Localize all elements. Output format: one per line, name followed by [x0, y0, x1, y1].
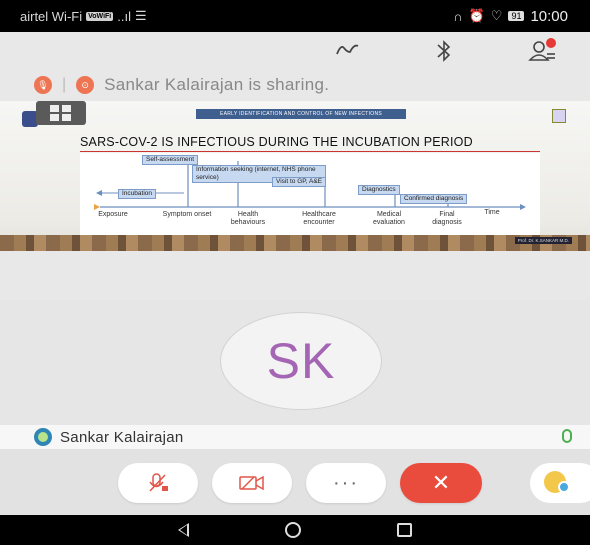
- video-tile: SK: [0, 300, 590, 425]
- headset-icon: ∩: [453, 8, 463, 24]
- participant-name-bar: Sankar Kalairajan: [0, 425, 590, 449]
- video-off-icon: [239, 475, 264, 491]
- meeting-toolbar: [0, 32, 590, 70]
- mic-muted-icon[interactable]: 🎙: [34, 76, 52, 94]
- shared-screen[interactable]: EARLY IDENTIFICATION AND CONTROL OF NEW …: [0, 101, 590, 251]
- home-icon[interactable]: [285, 522, 301, 538]
- navigation-bar: [0, 515, 590, 545]
- status-left: airtel Wi-Fi VoWiFi ..ıl ☰: [20, 8, 147, 24]
- crest-logo: [552, 109, 566, 123]
- axis-exposure: Exposure: [98, 211, 128, 218]
- box-diagnostics: Diagnostics: [358, 185, 400, 195]
- slide-diagram: Self-assessment Information seeking (int…: [80, 153, 540, 235]
- battery-indicator: 91: [508, 11, 525, 21]
- clock: 10:00: [530, 7, 568, 25]
- bluetooth-icon[interactable]: [430, 38, 458, 64]
- avatar: SK: [220, 312, 382, 410]
- slide-header: EARLY IDENTIFICATION AND CONTROL OF NEW …: [196, 109, 406, 119]
- participant-name: Sankar Kalairajan: [60, 428, 184, 446]
- grid-icon: [50, 105, 72, 121]
- sharing-indicator: 🎙 | ⊙ Sankar Kalairajan is sharing.: [0, 70, 590, 100]
- axis-healthcare-encounter: Healthcare encounter: [302, 211, 336, 226]
- wifi-icon: ☰: [134, 8, 147, 23]
- presenter-credit: Prof. Dr. K.SANKAR M.D.: [514, 237, 572, 244]
- recent-apps-icon[interactable]: [397, 523, 412, 537]
- carrier-text: airtel Wi-Fi: [20, 8, 83, 24]
- call-controls: ··· ✕: [0, 449, 590, 515]
- mic-active-icon: [562, 429, 572, 443]
- signal-icon: ..ıl: [117, 8, 131, 24]
- layout-toggle-button[interactable]: [36, 101, 86, 125]
- box-incubation: Incubation: [118, 189, 156, 199]
- back-icon[interactable]: [178, 523, 189, 537]
- emoji-badge: [558, 481, 570, 493]
- record-icon: ⊙: [76, 76, 95, 94]
- status-right: ∩ ⏰ ♡ 91 10:00: [453, 8, 568, 25]
- box-confirmed-diagnosis: Confirmed diagnosis: [400, 194, 468, 204]
- screen: airtel Wi-Fi VoWiFi ..ıl ☰ ∩ ⏰ ♡ 91 10:0…: [0, 0, 590, 545]
- video-toggle-button[interactable]: [212, 463, 292, 503]
- status-bar: airtel Wi-Fi VoWiFi ..ıl ☰ ∩ ⏰ ♡ 91 10:0…: [0, 0, 590, 32]
- box-visit-gp: Visit to GP, A&E: [272, 177, 327, 187]
- reactions-button[interactable]: [530, 463, 590, 503]
- axis-medical-evaluation: Medical evaluation: [373, 211, 405, 226]
- axis-time: Time: [484, 209, 500, 216]
- slide-underline: [80, 151, 540, 152]
- scribble-icon[interactable]: [334, 38, 362, 64]
- notification-dot: [546, 38, 556, 48]
- location-icon: ♡: [490, 8, 503, 23]
- axis-symptom-onset: Symptom onset: [162, 211, 212, 218]
- axis-final-diagnosis: Final diagnosis: [432, 211, 462, 226]
- alarm-icon: ⏰: [468, 8, 485, 23]
- more-options-button[interactable]: ···: [306, 463, 386, 503]
- end-call-button[interactable]: ✕: [400, 463, 482, 503]
- sharing-text: Sankar Kalairajan is sharing.: [104, 75, 330, 94]
- presence-icon: [34, 428, 52, 446]
- axis-health-behaviours: Health behaviours: [230, 211, 266, 226]
- mute-button[interactable]: [118, 463, 198, 503]
- mic-off-icon: [149, 473, 168, 492]
- divider: |: [62, 76, 67, 93]
- vowifi-badge: VoWiFi: [86, 11, 114, 21]
- floor-background: [0, 235, 590, 251]
- box-self-assessment: Self-assessment: [142, 155, 199, 165]
- participants-icon[interactable]: [528, 38, 556, 64]
- slide-title: SARS-COV-2 IS INFECTIOUS DURING THE INCU…: [80, 135, 473, 149]
